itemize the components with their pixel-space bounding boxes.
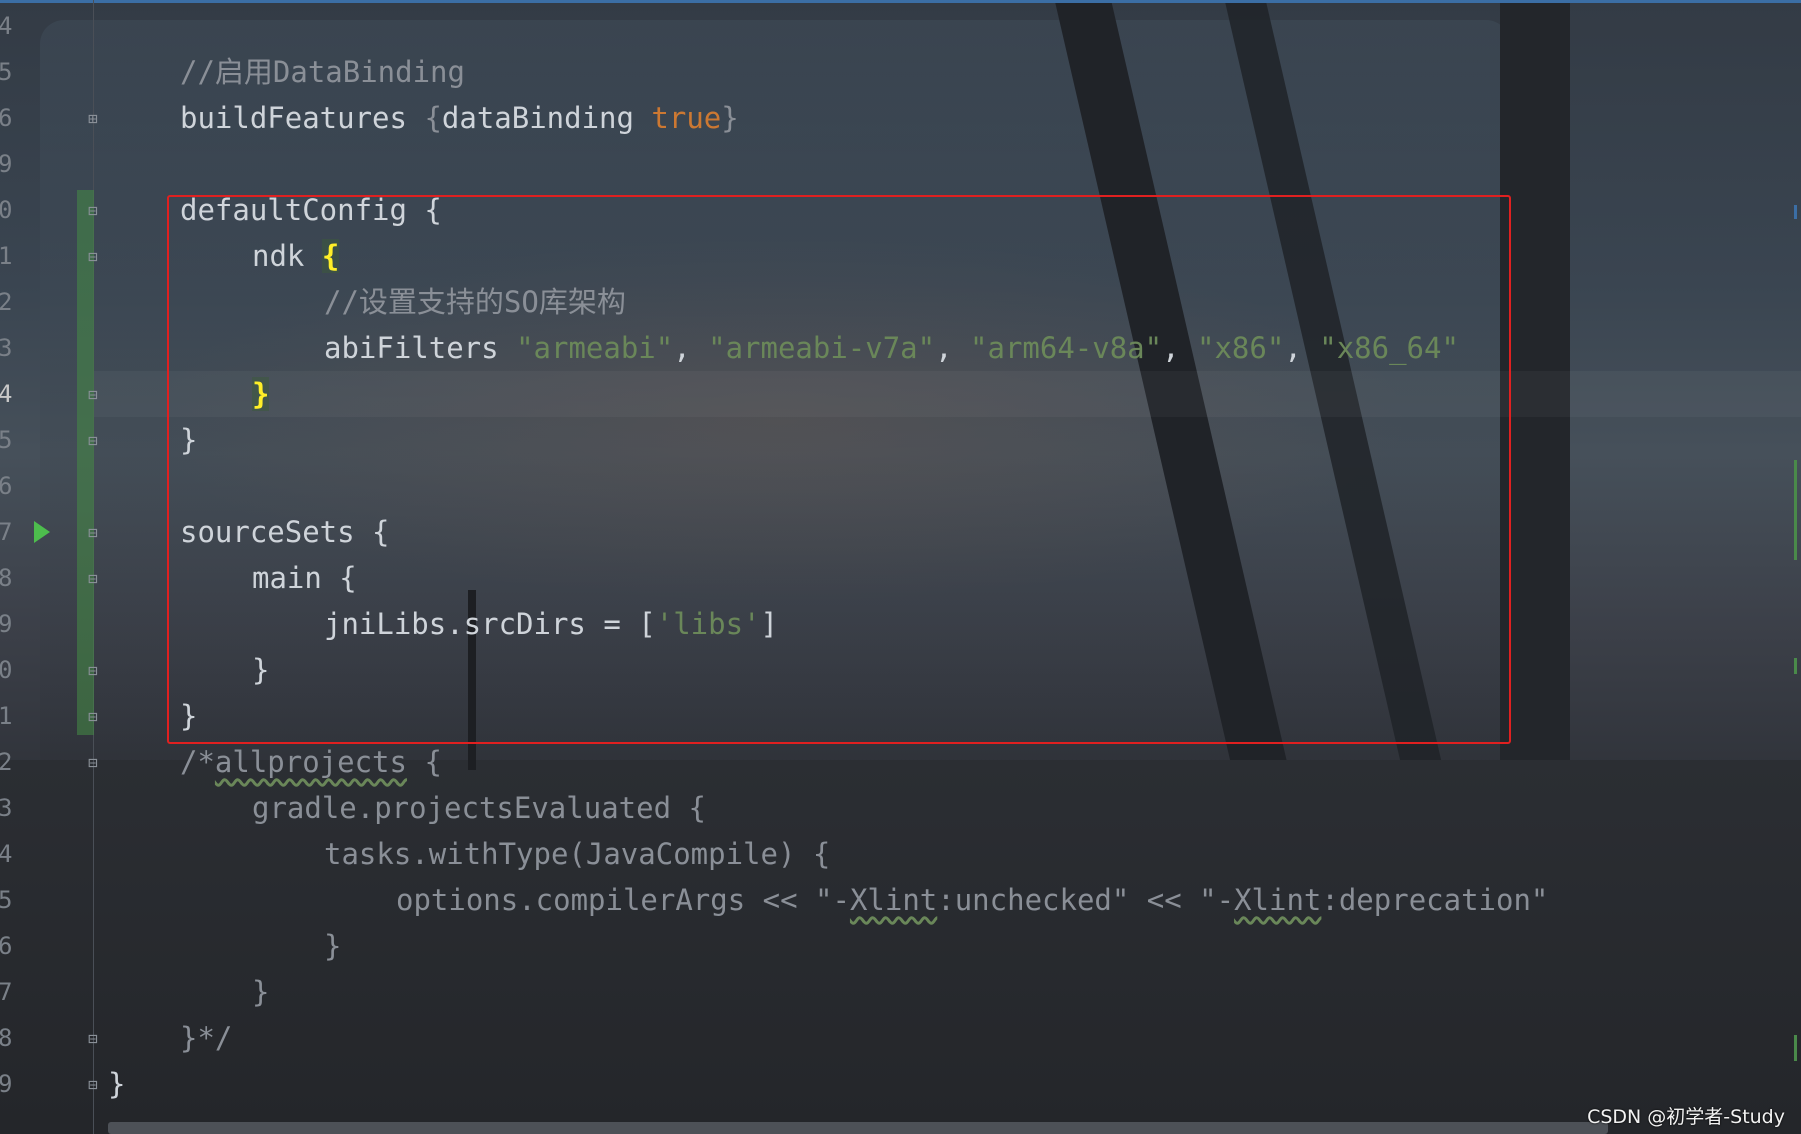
line-number: 0 — [0, 196, 13, 224]
code-token: } — [721, 101, 739, 135]
code-line-close: } — [108, 1067, 126, 1101]
highlight-annotation-box — [167, 195, 1511, 744]
line-number: 5 — [0, 886, 13, 914]
line-number: 8 — [0, 1024, 13, 1052]
code-editor[interactable]: 4 5 6 9 0 1 2 3 4 5 6 7 8 9 0 1 2 3 4 5 … — [0, 0, 1801, 1134]
fold-end-icon[interactable]: ⊟ — [83, 661, 103, 681]
fold-open-icon[interactable]: ⊞ — [83, 109, 103, 129]
watermark: CSDN @初学者-Study — [1587, 1106, 1785, 1128]
line-number: 3 — [0, 794, 13, 822]
line-number: 9 — [0, 150, 13, 178]
code-line-block-comment-start: /*allprojects { — [180, 739, 442, 785]
vcs-change-marker — [77, 190, 94, 735]
fold-close-icon[interactable]: ⊟ — [83, 523, 103, 543]
code-token: { — [406, 745, 442, 779]
line-number-active: 4 — [0, 380, 13, 408]
code-line-block-comment-end: }*/ — [180, 1021, 233, 1055]
fold-end-icon[interactable]: ⊟ — [83, 385, 103, 405]
code-line-build-features: buildFeatures {dataBinding true} — [180, 95, 739, 141]
line-number: 2 — [0, 288, 13, 316]
code-token: :unchecked" << "- — [937, 883, 1235, 917]
line-number: 2 — [0, 748, 13, 776]
scrollbar-marker — [1794, 1035, 1797, 1061]
code-line-comment: tasks.withType(JavaCompile) { — [324, 837, 831, 871]
line-number: 6 — [0, 932, 13, 960]
fold-end-icon[interactable]: ⊟ — [83, 1075, 103, 1095]
code-token-keyword: true — [651, 101, 722, 135]
code-token-typo: Xlint — [1234, 883, 1322, 917]
line-number: 7 — [0, 518, 13, 546]
code-token: options.compilerArgs << "- — [396, 883, 850, 917]
scrollbar-marker — [1794, 460, 1797, 560]
run-gutter-icon[interactable] — [34, 521, 50, 543]
code-token-typo: Xlint — [849, 883, 938, 917]
fold-end-icon[interactable]: ⊟ — [83, 1029, 103, 1049]
fold-close-icon[interactable]: ⊟ — [83, 753, 103, 773]
code-token: dataBinding — [441, 101, 652, 135]
scrollbar-marker — [1794, 658, 1797, 674]
editor-top-border — [0, 0, 1801, 3]
line-number: 9 — [0, 1070, 13, 1098]
scrollbar-marker — [1794, 205, 1797, 219]
code-token: { — [424, 101, 442, 135]
code-token: :deprecation" — [1321, 883, 1549, 917]
line-number: 6 — [0, 472, 13, 500]
line-number: 4 — [0, 840, 13, 868]
line-number: 3 — [0, 334, 13, 362]
fold-end-icon[interactable]: ⊟ — [83, 431, 103, 451]
code-line-comment: } — [324, 929, 342, 963]
line-number: 6 — [0, 104, 13, 132]
code-token: /* — [180, 745, 215, 779]
code-line-comment: } — [252, 975, 270, 1009]
line-number: 7 — [0, 978, 13, 1006]
line-number: 5 — [0, 426, 13, 454]
fold-close-icon[interactable]: ⊟ — [83, 247, 103, 267]
fold-close-icon[interactable]: ⊟ — [83, 569, 103, 589]
code-token-typo: allprojects — [214, 745, 407, 779]
line-number: 0 — [0, 656, 13, 684]
code-line-comment: gradle.projectsEvaluated { — [252, 791, 706, 825]
line-number: 1 — [0, 242, 13, 270]
line-number: 4 — [0, 12, 13, 40]
line-number: 1 — [0, 702, 13, 730]
line-number: 5 — [0, 58, 13, 86]
horizontal-scrollbar[interactable] — [108, 1122, 1608, 1134]
code-line-comment: options.compilerArgs << "-Xlint:unchecke… — [396, 877, 1548, 923]
fold-close-icon[interactable]: ⊟ — [83, 201, 103, 221]
fold-end-icon[interactable]: ⊟ — [83, 707, 103, 727]
line-number: 8 — [0, 564, 13, 592]
code-token: buildFeatures — [180, 101, 425, 135]
line-number: 9 — [0, 610, 13, 638]
code-line-comment: //启用DataBinding — [180, 55, 465, 89]
